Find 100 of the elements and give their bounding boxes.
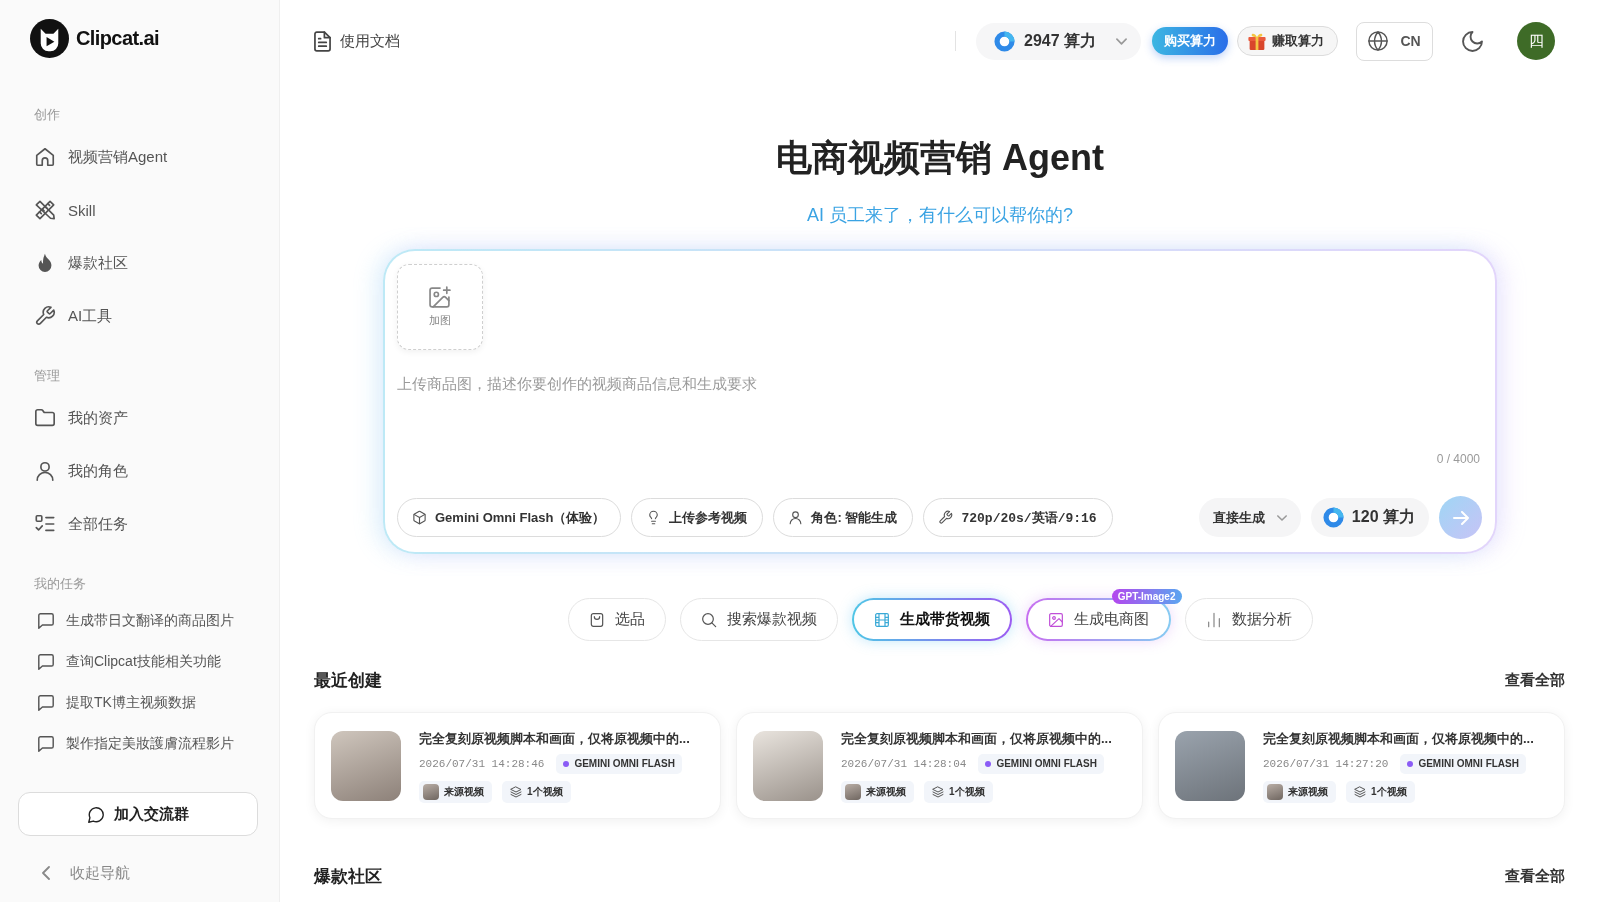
model-badge: GPT-Image2 [1111,589,1182,604]
add-image-button[interactable]: 加图 [397,264,483,350]
chat-bubble-icon [38,654,54,670]
section-label: 我的任务 [33,575,86,593]
credits-dropdown[interactable]: 2947 算力 [976,22,1141,60]
option-chip[interactable]: Gemini Omni Flash（体验） [397,498,622,537]
photo-placeholder [423,783,439,800]
task-card[interactable]: 完全复刻原视频脚本和画面，仅将原视频中的... 2026/07/31 14:27:20 GEMINI OMNI FLASH 来源视频 1个视频 [1158,712,1565,819]
chat-bubble-icon [38,736,54,752]
nav-item[interactable]: Skill [34,198,96,222]
section-label: 管理 [33,367,60,385]
card-title: 完全复刻原视频脚本和画面，仅将原视频中的... [841,729,1112,748]
card-time: 2026/07/31 14:28:46 [419,757,545,770]
card-time: 2026/07/31 14:28:04 [841,757,967,770]
nav-item[interactable]: 我的资产 [34,406,128,430]
tab[interactable]: 数据分析 [1184,598,1313,641]
source-label: 来源视频 [444,784,484,799]
chevron-down-icon [1116,37,1127,45]
bar-chart-icon [1205,611,1222,628]
person-icon [788,510,804,525]
brand-name: Clipcat.ai [76,27,159,50]
view-all-link[interactable]: 查看全部 [1505,670,1565,690]
source-label: 来源视频 [1288,784,1328,799]
docs-link[interactable]: 使用文档 [314,30,400,52]
view-all-link[interactable]: 查看全部 [1505,866,1565,886]
task-item[interactable]: 查询Clipcat技能相关功能 [38,652,221,672]
dot-icon [1407,760,1414,767]
task-item[interactable]: 生成带日文翻译的商品图片 [38,611,234,631]
count-label: 1个视频 [1371,784,1407,799]
dot-icon [985,760,992,767]
task-item[interactable]: 提取TK博主视频数据 [38,693,196,713]
layers-icon [510,785,522,798]
count-label: 1个视频 [527,784,563,799]
folder-icon [34,407,56,429]
card-time: 2026/07/31 14:27:20 [1263,757,1389,770]
logo-icon [30,19,69,58]
ring-icon [1322,507,1344,528]
chat-bubble-icon [38,613,54,629]
join-group-button[interactable]: 加入交流群 [18,792,258,836]
cost-text: 120 算力 [1351,507,1415,527]
char-counter: 0 / 4000 [1436,451,1480,468]
layers-icon [1354,785,1366,798]
model-name: GEMINI OMNI FLASH [996,758,1097,769]
chat-bubble-icon [38,695,54,711]
document-icon [314,30,331,52]
bag-icon [588,611,605,628]
language-button[interactable]: CN [1356,21,1433,61]
image-icon [1047,611,1064,628]
chevron-left-icon [42,866,50,880]
card-title: 完全复刻原视频脚本和画面，仅将原视频中的... [419,729,690,748]
section-title: 最近创建 [314,669,382,692]
model-name: GEMINI OMNI FLASH [574,758,675,769]
home-icon [34,146,56,168]
wrench-icon [938,510,954,525]
option-chip[interactable]: 角色: 智能生成 [773,498,914,537]
nav-item[interactable]: 全部任务 [34,512,128,536]
image-plus-icon [429,286,451,308]
task-item[interactable]: 製作指定美妝護膚流程影片 [38,734,234,754]
search-icon [700,611,717,628]
page-subtitle: AI 员工来了，有什么可以帮你的? [807,204,1073,227]
arrow-right-icon [1452,510,1469,525]
layers-icon [932,785,944,798]
card-title: 完全复刻原视频脚本和画面，仅将原视频中的... [1263,729,1534,748]
source-label: 来源视频 [866,784,906,799]
model-name: GEMINI OMNI FLASH [1418,758,1519,769]
collapse-nav-button[interactable]: 收起导航 [42,858,130,888]
page-title: 电商视频营销 Agent [776,136,1104,180]
task-card[interactable]: 完全复刻原视频脚本和画面，仅将原视频中的... 2026/07/31 14:28:04 GEMINI OMNI FLASH 来源视频 1个视频 [736,712,1143,819]
cube-icon [412,510,427,525]
section-label: 创作 [33,106,60,124]
earn-credits-button[interactable]: 赚取算力 [1237,26,1338,56]
nav-item[interactable]: 视频营销Agent [34,145,168,169]
nav-item[interactable]: 我的角色 [34,459,128,483]
option-chip[interactable]: 上传参考视频 [631,498,764,537]
photo-placeholder [1267,783,1283,800]
prompt-field[interactable]: 上传商品图，描述你要创作的视频商品信息和生成要求 [397,372,1482,450]
nav-item[interactable]: 爆款社区 [34,251,128,275]
dot-icon [563,760,570,767]
ring-icon [994,30,1015,52]
wrench-icon [34,305,56,327]
photo-placeholder [845,783,861,800]
mode-dropdown[interactable]: 直接生成 [1198,498,1301,537]
ruler-pencil-icon [34,199,56,221]
nav-item[interactable]: AI工具 [34,304,113,328]
gift-icon [1248,32,1266,50]
globe-icon [1368,31,1389,51]
chat-bubble-icon [87,805,105,823]
photo-placeholder [331,730,401,801]
option-chip[interactable]: 720p/20s/英语/9:16 [923,498,1113,537]
film-icon [873,611,890,628]
count-label: 1个视频 [949,784,985,799]
photo-placeholder [753,730,823,801]
section-title: 爆款社区 [314,865,382,888]
tab[interactable]: 选品 [567,598,666,641]
photo-placeholder [1175,730,1245,801]
chevron-down-icon [1276,514,1287,521]
tab[interactable]: 搜索爆款视频 [679,598,838,641]
task-card[interactable]: 完全复刻原视频脚本和画面，仅将原视频中的... 2026/07/31 14:28:46 GEMINI OMNI FLASH 来源视频 1个视频 [314,712,721,819]
moon-icon[interactable] [1462,30,1483,52]
user-avatar[interactable]: 四 [1517,22,1555,60]
